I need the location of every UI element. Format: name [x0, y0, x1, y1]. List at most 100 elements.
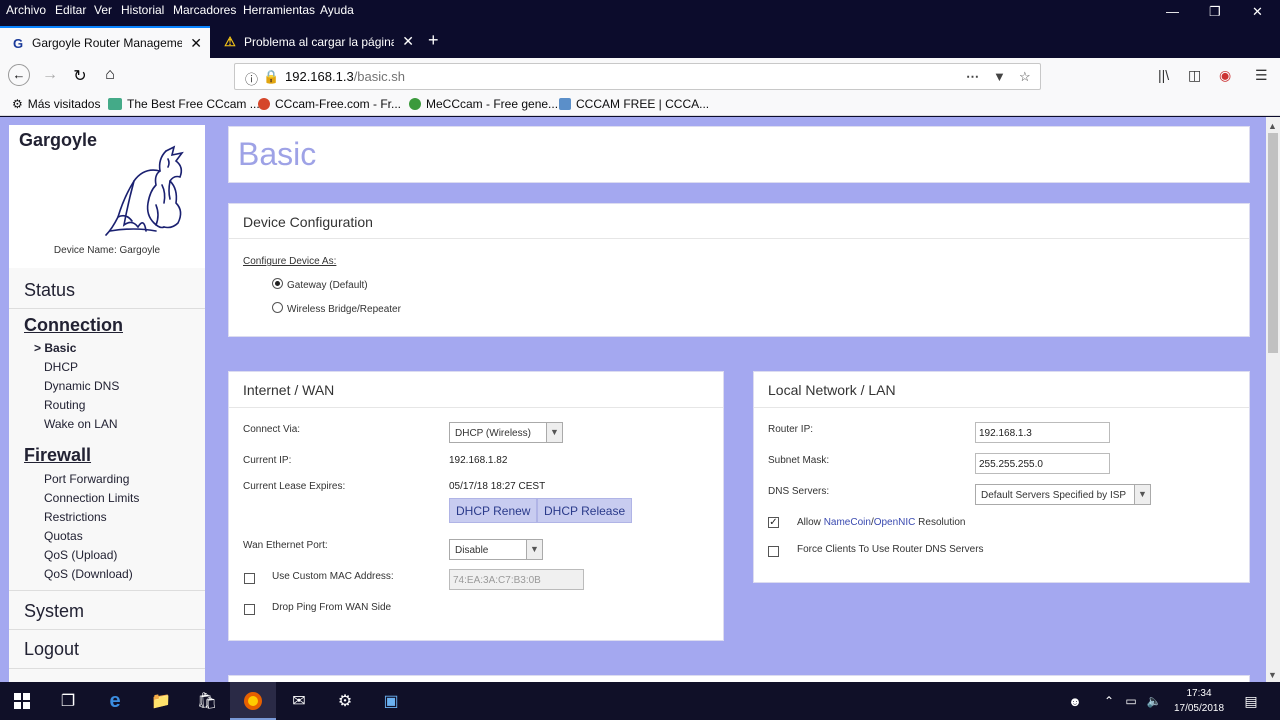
gargoyle-logo-icon — [105, 145, 184, 236]
scroll-up-icon[interactable]: ▲ — [1268, 121, 1277, 131]
custom-mac-input[interactable]: 74:EA:3A:C7:B3:0B — [449, 569, 584, 590]
pocket-icon[interactable]: ▼ — [993, 69, 1006, 84]
nav-firewall[interactable]: Firewall — [24, 445, 91, 466]
windows-start-icon[interactable] — [11, 691, 33, 711]
nav-qos-upload[interactable]: QoS (Upload) — [44, 548, 117, 562]
new-tab-icon[interactable]: + — [428, 30, 439, 51]
allow-namecoin-checkbox[interactable]: ✓ — [768, 517, 779, 528]
bookmark-meccam[interactable]: MeCCcam - Free gene... — [409, 97, 558, 111]
forward-icon[interactable]: → — [40, 66, 60, 84]
menu-marcadores[interactable]: Marcadores — [173, 3, 236, 17]
nav-connection[interactable]: Connection — [24, 315, 123, 336]
dns-servers-select[interactable]: Default Servers Specified by ISP ▼ — [975, 484, 1151, 505]
info-icon[interactable]: ⓘ — [245, 69, 258, 88]
nav-system[interactable]: System — [24, 601, 84, 622]
network-app-icon[interactable]: ▣ — [380, 691, 402, 711]
bookmark-star-icon[interactable]: ☆ — [1019, 69, 1031, 85]
bridge-radio[interactable] — [272, 302, 283, 313]
file-explorer-icon[interactable]: 📁 — [150, 691, 172, 711]
dhcp-release-button[interactable]: DHCP Release — [537, 498, 633, 523]
task-view-icon[interactable]: ❐ — [57, 691, 79, 711]
store-icon[interactable]: 🛍 — [196, 691, 218, 711]
bookmark-cccam-free[interactable]: CCcam-Free.com - Fr... — [258, 97, 401, 111]
custom-mac-label: Use Custom MAC Address: — [272, 571, 394, 582]
nav-dynamic-dns[interactable]: Dynamic DNS — [44, 379, 119, 393]
force-dns-checkbox[interactable] — [768, 546, 779, 557]
namecoin-link[interactable]: NameCoin — [824, 517, 871, 528]
nav-qos-download[interactable]: QoS (Download) — [44, 567, 133, 581]
connect-via-label: Connect Via: — [243, 424, 301, 435]
close-tab-icon[interactable]: ✕ — [402, 33, 414, 50]
url-bar[interactable]: ⓘ 🔒 192.168.1.3/basic.sh ⋯ ▼ ☆ — [234, 63, 1041, 90]
page-title: Basic — [238, 136, 317, 172]
nav-wake-on-lan[interactable]: Wake on LAN — [44, 417, 118, 431]
bookmark-cccam-free-ccca[interactable]: CCCAM FREE | CCCA... — [559, 97, 709, 111]
lease-label: Current Lease Expires: — [243, 481, 346, 492]
nav-logout[interactable]: Logout — [24, 639, 79, 660]
library-icon[interactable]: ||\ — [1158, 67, 1169, 83]
tab-problema[interactable]: ⚠ Problema al cargar la página ✕ — [212, 26, 422, 58]
menu-editar[interactable]: Editar — [55, 3, 86, 17]
nav-basic[interactable]: > Basic — [34, 341, 76, 355]
current-ip-label: Current IP: — [243, 455, 292, 466]
connect-via-select[interactable]: DHCP (Wireless) ▼ — [449, 422, 563, 443]
ublock-icon[interactable]: ◉ — [1219, 67, 1231, 84]
scroll-down-icon[interactable]: ▼ — [1268, 670, 1277, 680]
people-icon[interactable]: ☻ — [1064, 691, 1086, 711]
mail-icon[interactable]: ✉ — [288, 691, 310, 711]
router-ip-input[interactable]: 192.168.1.3 — [975, 422, 1110, 443]
warning-icon: ⚠ — [224, 34, 236, 49]
subnet-mask-label: Subnet Mask: — [768, 455, 830, 466]
battery-icon[interactable]: ▭ — [1120, 691, 1142, 711]
gateway-radio[interactable] — [272, 278, 283, 289]
url-text[interactable]: 192.168.1.3/basic.sh — [285, 69, 405, 84]
close-window-icon[interactable]: ✕ — [1252, 4, 1263, 20]
scrollbar-thumb[interactable] — [1268, 133, 1278, 353]
volume-icon[interactable]: 🔈 — [1143, 691, 1165, 711]
firefox-icon[interactable] — [242, 691, 264, 711]
title-panel: Basic — [228, 126, 1250, 183]
menu-ayuda[interactable]: Ayuda — [320, 3, 354, 17]
close-tab-icon[interactable]: ✕ — [190, 35, 202, 52]
dhcp-renew-button[interactable]: DHCP Renew — [449, 498, 538, 523]
nav-dhcp[interactable]: DHCP — [44, 360, 78, 374]
tab-gargoyle[interactable]: G Gargoyle Router Management ✕ — [0, 26, 210, 58]
home-icon[interactable]: ⌂ — [100, 66, 120, 84]
nav-restrictions[interactable]: Restrictions — [44, 510, 107, 524]
taskbar-clock[interactable]: 17:34 17/05/2018 — [1170, 686, 1228, 716]
lan-panel: Local Network / LAN Router IP: 192.168.1… — [753, 371, 1250, 583]
sidebar-toggle-icon[interactable]: ◫ — [1188, 67, 1201, 84]
menu-herramientas[interactable]: Herramientas — [243, 3, 315, 17]
nav-quotas[interactable]: Quotas — [44, 529, 83, 543]
divider — [229, 407, 723, 408]
reload-icon[interactable]: ↻ — [70, 66, 90, 86]
nav-connection-limits[interactable]: Connection Limits — [44, 491, 139, 505]
section-title: Internet / WAN — [243, 382, 335, 398]
edge-icon[interactable]: e — [104, 690, 126, 712]
notifications-icon[interactable]: ▤ — [1240, 691, 1262, 711]
nav-routing[interactable]: Routing — [44, 398, 85, 412]
drop-ping-checkbox[interactable] — [244, 604, 255, 615]
opennic-link[interactable]: OpenNIC — [874, 517, 916, 528]
nav-port-forwarding[interactable]: Port Forwarding — [44, 472, 129, 486]
clock-time: 17:34 — [1186, 688, 1212, 699]
menu-historial[interactable]: Historial — [121, 3, 164, 17]
bookmark-mas-visitados[interactable]: ⚙ Más visitados — [12, 97, 100, 111]
sidebar: Gargoyle Device Name: Gargoyle Status Co… — [9, 125, 205, 682]
eth-port-select[interactable]: Disable ▼ — [449, 539, 543, 560]
settings-icon[interactable]: ⚙ — [334, 691, 356, 711]
back-icon[interactable]: ← — [8, 64, 30, 86]
custom-mac-checkbox[interactable] — [244, 573, 255, 584]
restore-icon[interactable]: ❐ — [1209, 4, 1221, 20]
bookmark-best-free-cccam[interactable]: The Best Free CCcam ... — [108, 97, 260, 111]
tab-label: Problema al cargar la página — [244, 35, 394, 49]
chevron-up-icon[interactable]: ⌃ — [1098, 691, 1120, 711]
hamburger-menu-icon[interactable]: ☰ — [1255, 67, 1268, 84]
minimize-icon[interactable]: — — [1166, 4, 1179, 19]
page-actions-icon[interactable]: ⋯ — [966, 69, 979, 85]
menu-ver[interactable]: Ver — [94, 3, 112, 17]
menu-archivo[interactable]: Archivo — [6, 3, 46, 17]
subnet-mask-input[interactable]: 255.255.255.0 — [975, 453, 1110, 474]
lease-value: 05/17/18 18:27 CEST — [449, 481, 546, 492]
nav-status[interactable]: Status — [24, 280, 75, 301]
